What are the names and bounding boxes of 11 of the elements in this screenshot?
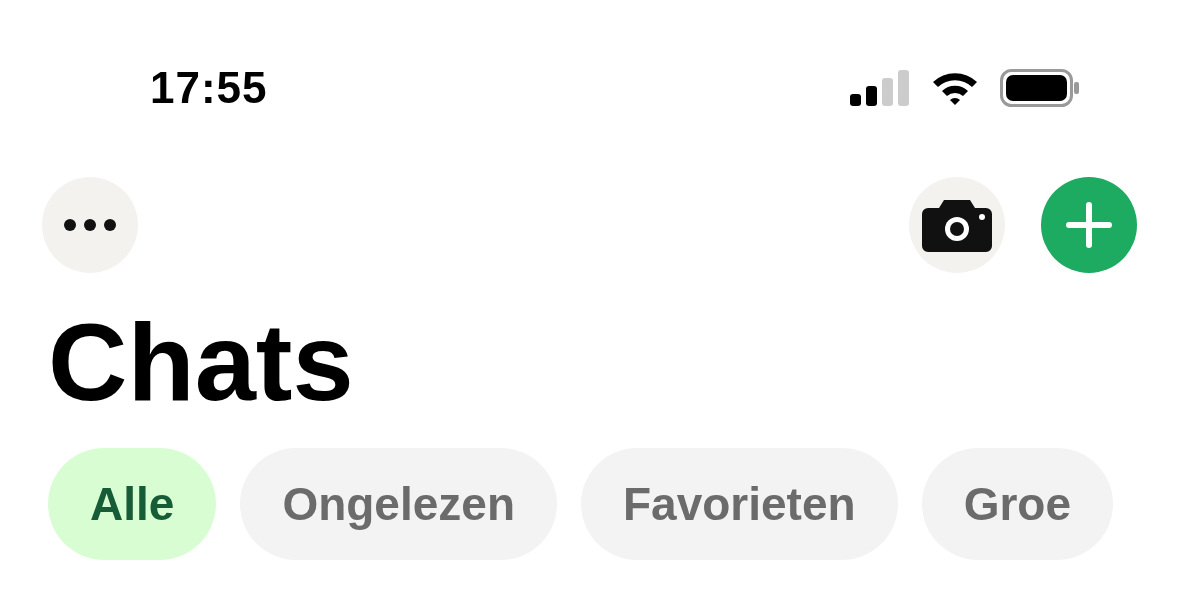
filter-tab[interactable]: Alle xyxy=(48,448,217,560)
ellipsis-icon xyxy=(63,218,117,232)
filter-tab[interactable]: Ongelezen xyxy=(240,448,557,560)
plus-icon xyxy=(1066,202,1112,248)
filter-tab[interactable]: Favorieten xyxy=(581,448,898,560)
signal-icon xyxy=(850,70,910,106)
battery-icon xyxy=(1000,69,1080,107)
status-time: 17:55 xyxy=(150,63,268,113)
camera-icon xyxy=(922,198,992,252)
page-title: Chats xyxy=(48,307,354,417)
filter-tab[interactable]: Groe xyxy=(921,448,1113,560)
